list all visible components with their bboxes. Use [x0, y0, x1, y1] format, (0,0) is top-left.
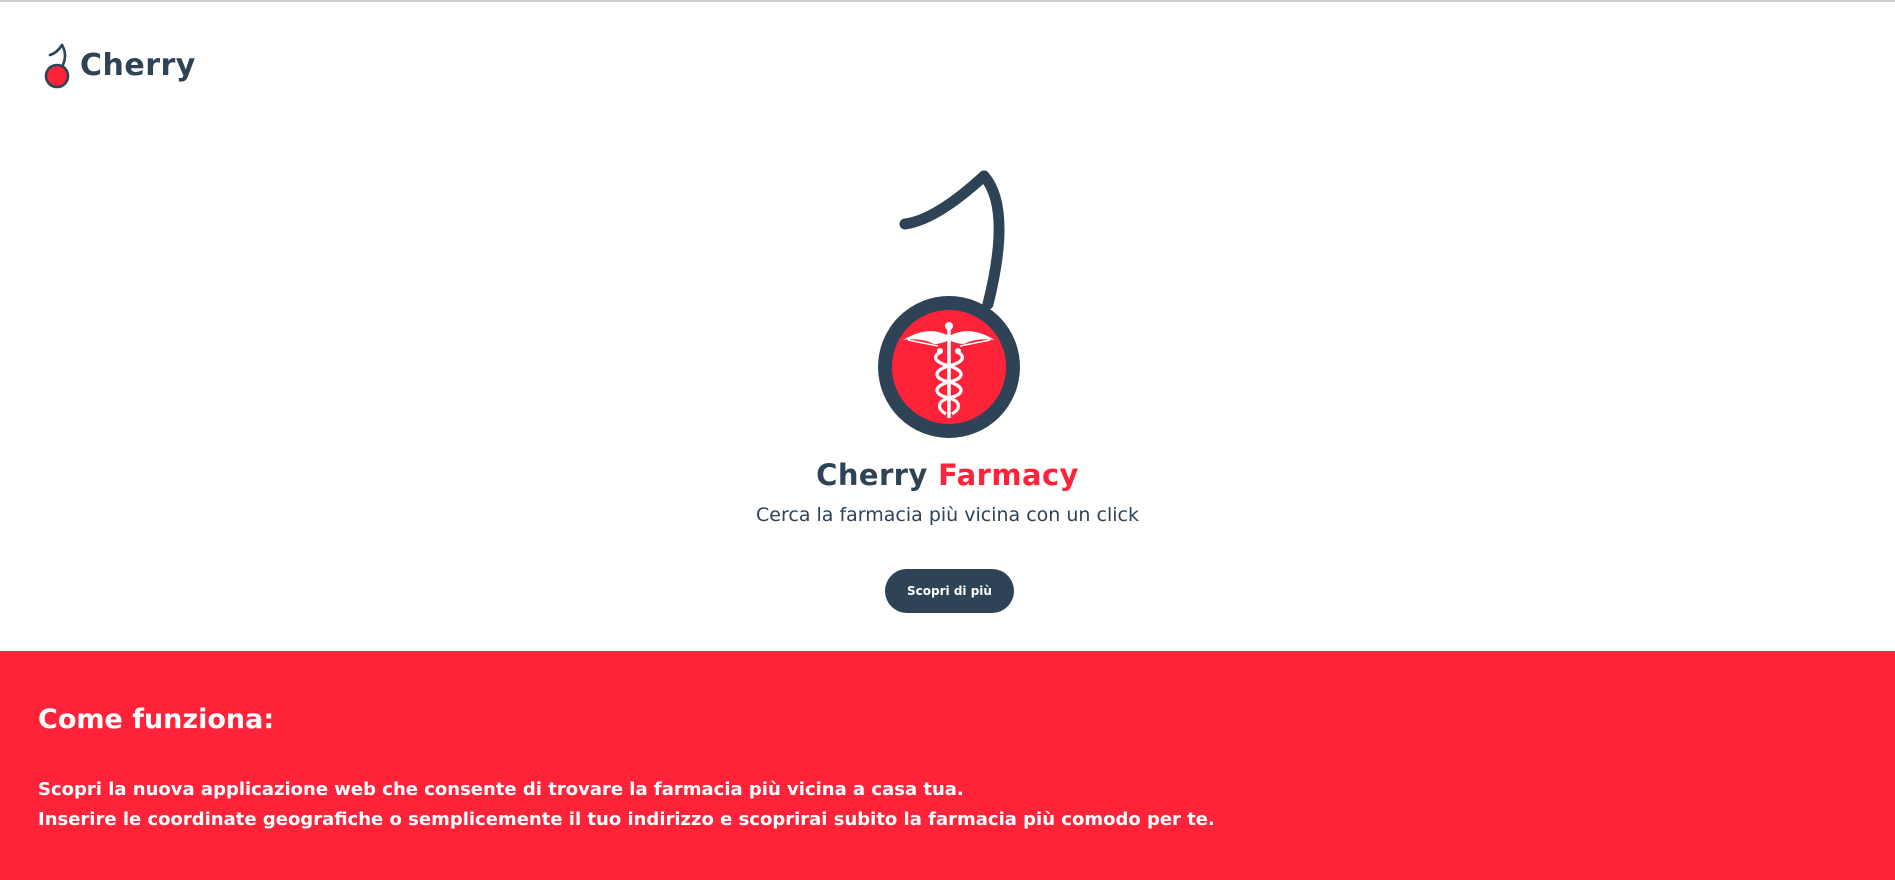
hero-title-farmacy: Farmacy [938, 458, 1079, 492]
cherry-icon [42, 41, 72, 89]
how-it-works-section: Come funziona: Scopri la nuova applicazi… [0, 651, 1895, 880]
cherry-caduceus-icon [868, 168, 1028, 444]
hero-title-cherry: Cherry [816, 458, 928, 492]
brand-name: Cherry [80, 47, 196, 83]
discover-more-button[interactable]: Scopri di più [885, 569, 1014, 613]
hero-subtitle: Cerca la farmacia più vicina con un clic… [756, 504, 1139, 526]
page: Cherry Cherry Farmacy Cerca la farmacia … [0, 0, 1895, 880]
how-it-works-title: Come funziona: [38, 704, 275, 735]
hero-title: Cherry Farmacy [0, 458, 1895, 492]
how-it-works-text-line: Inserire le coordinate geografiche o sem… [38, 809, 1215, 830]
navbar-brand[interactable]: Cherry [42, 40, 196, 90]
how-it-works-text-line: Scopri la nuova applicazione web che con… [38, 779, 964, 800]
